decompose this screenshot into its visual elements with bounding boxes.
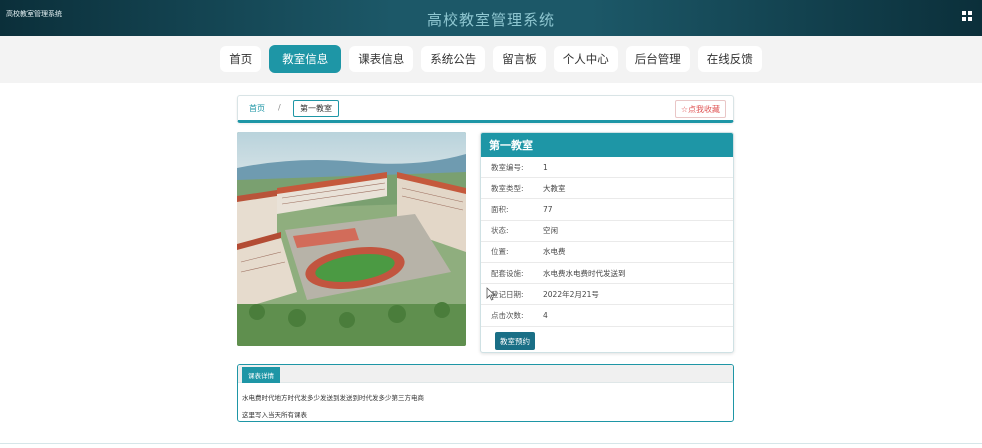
classroom-info-panel: 第一教室 教室编号: 1 教室类型: 大教室 面积: 77 状态: 空闲 位置:…: [480, 132, 734, 353]
site-title: 高校教室管理系统: [426, 11, 555, 29]
details-text: 这里写入当天所有课表: [242, 411, 307, 419]
favorite-button[interactable]: ☆点我收藏: [674, 100, 726, 118]
info-row: 点击次数: 4: [481, 305, 733, 327]
field-value: 大教室: [543, 183, 566, 193]
nav-item-home[interactable]: 首页: [220, 46, 262, 72]
top-bar: 高校教室管理系统 高校教室管理系统: [0, 0, 982, 36]
field-value: 空闲: [543, 226, 558, 236]
nav-item-announcements[interactable]: 系统公告: [421, 46, 486, 72]
info-row: 教室编号: 1: [481, 157, 733, 179]
nav-item-classroom-info[interactable]: 教室信息: [269, 45, 342, 73]
classroom-image: [237, 132, 466, 346]
book-classroom-button[interactable]: 教室预约: [495, 332, 535, 350]
breadcrumb: 首页 / 第一教室 ☆点我收藏: [237, 95, 734, 123]
field-value: 2022年2月21号: [543, 289, 599, 299]
nav-item-schedule[interactable]: 课表信息: [349, 46, 414, 72]
nav-item-admin[interactable]: 后台管理: [625, 46, 690, 72]
nav-item-profile[interactable]: 个人中心: [553, 46, 618, 72]
footer-divider: [0, 443, 982, 444]
nav-item-feedback[interactable]: 在线反馈: [697, 46, 762, 72]
field-label: 面积:: [491, 204, 509, 214]
field-label: 位置:: [491, 247, 509, 257]
field-value: 水电费: [543, 247, 566, 257]
details-tab-bar: 课表详情: [238, 365, 733, 383]
main-nav: 首页 教室信息 课表信息 系统公告 留言板 个人中心 后台管理 在线反馈: [0, 45, 982, 74]
info-row: 教室类型: 大教室: [481, 178, 733, 200]
field-value: 77: [543, 204, 553, 214]
breadcrumb-separator: /: [278, 103, 281, 112]
info-row: 面积: 77: [481, 199, 733, 221]
info-row: 登记日期: 2022年2月21号: [481, 284, 733, 306]
mouse-cursor-icon: [486, 287, 496, 301]
schedule-details-panel: 课表详情 水电费时代地方时代发多少发送到发送到时代发多少第三方电商 这里写入当天…: [237, 364, 734, 422]
breadcrumb-current: 第一教室: [293, 100, 339, 117]
campus-illustration: [237, 132, 466, 346]
breadcrumb-home-link[interactable]: 首页: [249, 103, 265, 114]
field-label: 状态:: [491, 226, 509, 236]
field-value: 4: [543, 310, 548, 320]
field-label: 点击次数:: [491, 310, 524, 320]
info-row: 位置: 水电费: [481, 242, 733, 263]
info-row: 状态: 空闲: [481, 221, 733, 242]
field-label: 教室编号:: [491, 162, 524, 172]
details-text: 水电费时代地方时代发多少发送到发送到时代发多少第三方电商: [242, 394, 424, 402]
tab-schedule-details[interactable]: 课表详情: [242, 367, 280, 383]
field-value: 水电费水电费时代发送到: [543, 268, 626, 278]
nav-item-message-board[interactable]: 留言板: [493, 46, 546, 72]
classroom-title: 第一教室: [481, 133, 733, 157]
info-row: 配套设施: 水电费水电费时代发送到: [481, 263, 733, 285]
field-value: 1: [543, 162, 548, 172]
field-label: 配套设施:: [491, 268, 524, 278]
field-label: 教室类型:: [491, 183, 524, 193]
grid-icon[interactable]: [962, 11, 972, 21]
